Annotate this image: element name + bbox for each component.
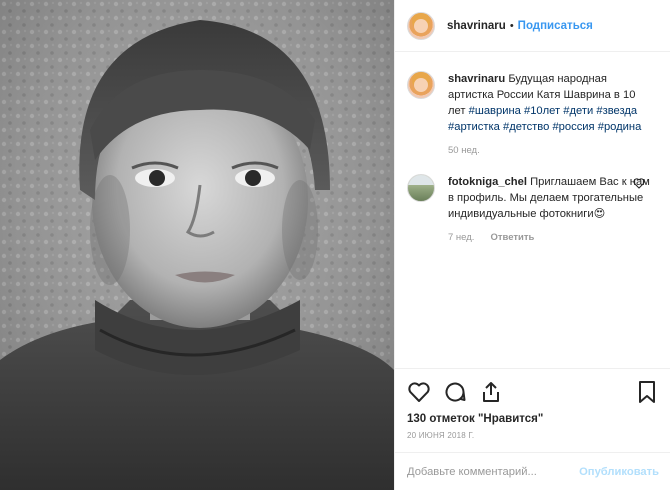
comment-icon[interactable]	[443, 380, 467, 404]
comment-text-block: fotokniga_chel Приглашаем Вас к нам в пр…	[448, 174, 654, 222]
author-username[interactable]: shavrinaru	[447, 20, 506, 32]
hashtag[interactable]: #родина	[598, 121, 642, 133]
caption-username[interactable]: shavrinaru	[448, 73, 505, 85]
comment-meta: 7 нед. Ответить	[448, 232, 654, 243]
post-photo[interactable]	[0, 0, 394, 490]
bookmark-icon[interactable]	[635, 380, 659, 404]
likes-count[interactable]: 130 отметок "Нравится"	[407, 413, 659, 425]
post-date[interactable]: 20 ИЮНЯ 2018 Г.	[407, 431, 659, 440]
caption: shavrinaru Будущая народная артистка Рос…	[407, 71, 659, 156]
heart-icon[interactable]	[407, 380, 431, 404]
caption-text-block: shavrinaru Будущая народная артистка Рос…	[448, 71, 654, 135]
hashtag[interactable]: #звезда	[596, 105, 637, 117]
hashtag[interactable]: #шаврина	[469, 105, 521, 117]
caption-time[interactable]: 50 нед.	[448, 145, 480, 156]
caption-avatar[interactable]	[407, 71, 435, 99]
child-portrait-image	[0, 0, 394, 490]
comment-emoji: 😍	[593, 208, 606, 220]
hashtag[interactable]: #россия	[552, 121, 594, 133]
share-icon[interactable]	[479, 380, 503, 404]
commenter-avatar[interactable]	[407, 174, 435, 202]
hashtag[interactable]: #дети	[563, 105, 593, 117]
instagram-post: shavrinaru • Подписаться shavrinaru Буду…	[0, 0, 670, 490]
comment-input[interactable]	[407, 465, 577, 478]
action-icons	[407, 379, 659, 405]
author-avatar[interactable]	[407, 11, 435, 40]
reply-button[interactable]: Ответить	[490, 232, 534, 243]
post-header: shavrinaru • Подписаться	[395, 0, 670, 52]
publish-button[interactable]: Опубликовать	[579, 466, 659, 478]
comments-section: shavrinaru Будущая народная артистка Рос…	[395, 53, 670, 365]
follow-button[interactable]: Подписаться	[518, 20, 593, 32]
hashtag[interactable]: #10лет	[524, 105, 560, 117]
post-actions: 130 отметок "Нравится" 20 ИЮНЯ 2018 Г.	[395, 368, 670, 440]
post-details-panel: shavrinaru • Подписаться shavrinaru Буду…	[394, 0, 670, 490]
comment-username[interactable]: fotokniga_chel	[448, 176, 527, 188]
comment-time[interactable]: 7 нед.	[448, 232, 474, 243]
separator-dot: •	[509, 19, 514, 32]
caption-meta: 50 нед.	[448, 145, 654, 156]
add-comment-bar: Опубликовать	[395, 452, 670, 490]
comment-item: fotokniga_chel Приглашаем Вас к нам в пр…	[407, 174, 659, 243]
comment-like-heart-icon[interactable]	[633, 178, 645, 189]
hashtag[interactable]: #детство	[503, 121, 549, 133]
hashtag[interactable]: #артистка	[448, 121, 500, 133]
